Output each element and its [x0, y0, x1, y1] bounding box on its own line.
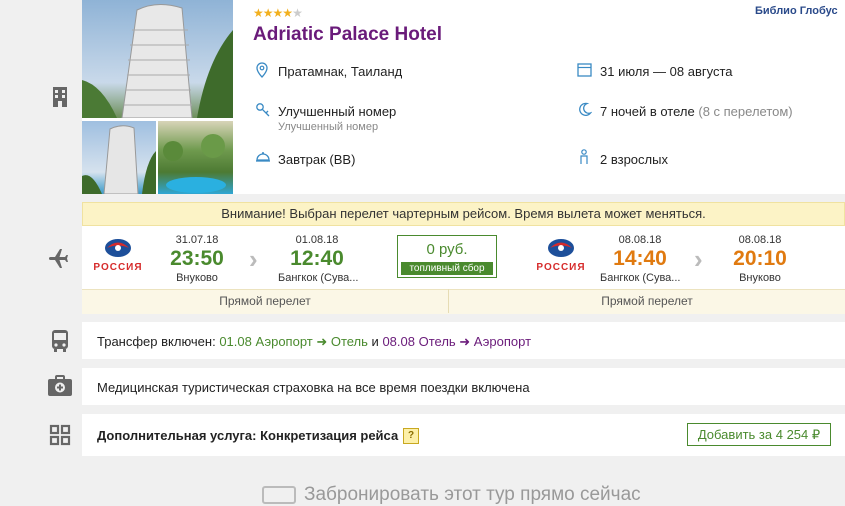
room-type-subtitle: Улучшенный номер	[278, 121, 379, 133]
guests-count: 2 взрослых	[600, 152, 668, 167]
hotel-photo-3[interactable]	[158, 121, 233, 194]
moon-icon	[577, 102, 593, 118]
nights-count: 7 ночей в отеле (8 с перелетом)	[600, 104, 793, 119]
return-arr-date: 08.08.18	[738, 234, 782, 246]
airline-name-return: РОССИЯ	[536, 262, 586, 273]
transfer-route1: Аэропорт ➜ Отель	[255, 334, 368, 349]
calendar-icon	[577, 62, 593, 78]
outbound-arr-time: 12:40	[290, 247, 344, 270]
transfer-prefix: Трансфер включен:	[97, 334, 216, 349]
return-dep-time: 14:40	[613, 247, 667, 270]
breakfast-cloche-icon	[255, 150, 271, 166]
airline-logo-outbound: РОССИЯ	[90, 237, 146, 275]
transfer-date2: 08.08	[382, 334, 415, 349]
medical-case-icon	[46, 372, 74, 400]
hotel-building-icon	[46, 82, 74, 110]
add-extra-service-button[interactable]: Добавить за 4 254 ₽	[687, 423, 831, 446]
star-rating: ★★★★★	[253, 6, 303, 20]
chevron-right-icon: ›	[694, 244, 703, 274]
hotel-photo-2[interactable]	[82, 121, 156, 194]
hotel-name[interactable]: Adriatic Palace Hotel	[253, 24, 442, 46]
bus-icon	[46, 327, 74, 355]
outbound-arr-date: 01.08.18	[295, 234, 339, 246]
fuel-label: топливный сбор	[401, 262, 493, 275]
outbound-dep-airport: Внуково	[176, 272, 218, 284]
location-pin-icon	[255, 62, 271, 78]
airplane-icon	[46, 244, 74, 272]
extra-service-text: Дополнительная услуга: Конкретизация рей…	[97, 428, 399, 443]
return-dep-airport: Бангкок (Сува...	[600, 272, 680, 284]
charter-warning-text: Внимание! Выбран перелет чартерным рейсо…	[221, 206, 706, 221]
outbound-flight-type: Прямой перелет	[219, 294, 311, 308]
hotel-main-photo[interactable]	[82, 0, 233, 118]
room-type: Улучшенный номер	[278, 104, 397, 119]
return-arr-time: 20:10	[733, 247, 787, 270]
transfer-and: и	[371, 334, 379, 349]
star-icon: ★	[282, 6, 293, 20]
airline-name-outbound: РОССИЯ	[93, 262, 143, 273]
airline-logo-return: РОССИЯ	[533, 237, 589, 275]
brand-name: Библио Глобус	[755, 5, 838, 17]
book-now-cta[interactable]: Забронировать этот тур прямо сейчас	[262, 484, 641, 506]
fuel-surcharge-badge: 0 руб. топливный сбор	[397, 235, 497, 278]
charter-warning: Внимание! Выбран перелет чартерным рейсо…	[82, 202, 845, 226]
hotel-location: Пратамнак, Таиланд	[278, 64, 403, 79]
star-icon: ★	[292, 6, 303, 20]
travel-dates: 31 июля — 08 августа	[600, 64, 733, 79]
transfer-route2: Отель ➜ Аэропорт	[418, 334, 532, 349]
fuel-price: 0 руб.	[426, 241, 468, 258]
return-dep-date: 08.08.18	[618, 234, 662, 246]
return-flight-type: Прямой перелет	[601, 294, 693, 308]
outbound-arr-airport: Бангкок (Сува...	[278, 272, 358, 284]
grid-icon	[46, 421, 74, 449]
star-icon: ★	[272, 6, 284, 20]
return-arr-airport: Внуково	[739, 272, 781, 284]
star-icon: ★	[262, 6, 274, 20]
transfer-text: Трансфер включен: 01.08 Аэропорт ➜ Отель…	[97, 334, 531, 350]
star-icon: ★	[253, 6, 264, 20]
chevron-right-icon: ›	[249, 244, 258, 274]
extra-service-help-icon[interactable]: ?	[403, 428, 419, 444]
person-icon	[578, 149, 594, 165]
insurance-text: Медицинская туристическая страховка на в…	[97, 380, 530, 395]
nights-main: 7 ночей в отеле	[600, 104, 695, 119]
transfer-date1: 01.08	[219, 334, 252, 349]
outbound-dep-time: 23:50	[170, 247, 224, 270]
nights-extra: (8 с перелетом)	[698, 104, 793, 119]
outbound-dep-date: 31.07.18	[175, 234, 219, 246]
meal-plan: Завтрак (BB)	[278, 152, 356, 167]
room-key-icon	[255, 102, 271, 118]
